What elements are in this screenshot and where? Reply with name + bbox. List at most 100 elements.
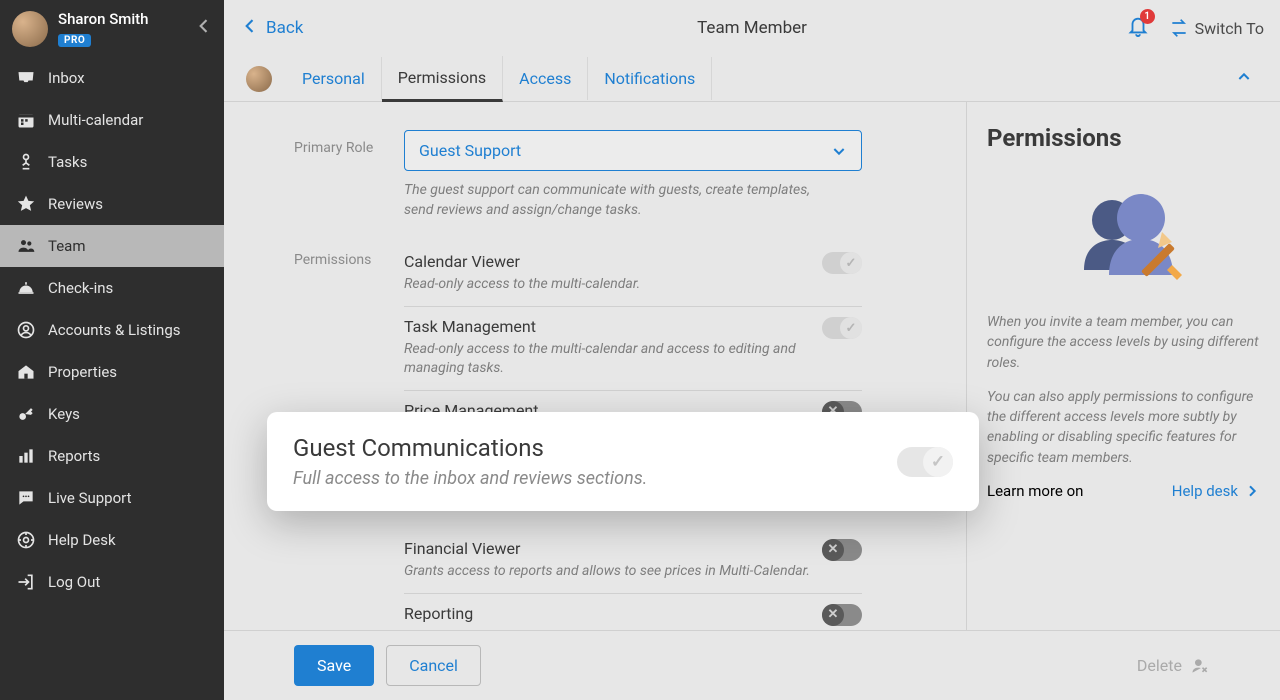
help-desk-link[interactable]: Help desk (1172, 482, 1260, 500)
delete-button[interactable]: Delete (1137, 656, 1210, 676)
notifications-button[interactable]: 1 (1127, 15, 1149, 41)
x-icon: ✕ (822, 539, 844, 561)
check-icon: ✓ (840, 252, 862, 274)
sidebar-item-reviews[interactable]: Reviews (0, 183, 224, 225)
tabs: Personal Permissions Access Notification… (224, 56, 1280, 102)
chevron-left-icon (240, 16, 260, 41)
tab-permissions[interactable]: Permissions (382, 56, 503, 102)
nav-secondary: Live Support Help Desk Log Out (0, 477, 224, 700)
sidebar-item-properties[interactable]: Properties (0, 351, 224, 393)
sidebar-item-team[interactable]: Team (0, 225, 224, 267)
sidebar: Sharon Smith PRO Inbox Multi-calendar Ta… (0, 0, 224, 700)
home-icon (14, 361, 38, 383)
profile-block[interactable]: Sharon Smith PRO (0, 0, 224, 57)
chevron-down-icon (831, 143, 847, 159)
sidebar-item-checkins[interactable]: Check-ins (0, 267, 224, 309)
perm-toggle[interactable]: ✓ (822, 252, 862, 274)
perm-desc: Read-only access to the multi-calendar a… (404, 340, 810, 378)
calendar-icon (14, 109, 38, 131)
help-icon (14, 529, 38, 551)
side-title: Permissions (987, 124, 1260, 152)
pro-badge: PRO (58, 34, 91, 47)
role-value: Guest Support (419, 141, 521, 160)
check-icon: ✓ (923, 447, 953, 477)
side-para-1: When you invite a team member, you can c… (987, 312, 1260, 373)
footer: Save Cancel Delete (224, 630, 1280, 700)
switch-to-button[interactable]: Switch To (1169, 18, 1264, 38)
primary-role-select[interactable]: Guest Support (404, 130, 862, 171)
chevron-right-icon (1244, 483, 1260, 499)
role-description: The guest support can communicate with g… (404, 181, 834, 220)
tab-personal[interactable]: Personal (286, 57, 382, 100)
sidebar-item-accounts[interactable]: Accounts & Listings (0, 309, 224, 351)
switch-icon (1169, 18, 1189, 38)
perm-toggle[interactable]: ✓ (822, 317, 862, 339)
permissions-illustration (987, 170, 1260, 290)
main: Back Team Member 1 Switch To Personal Pe… (224, 0, 1280, 700)
tab-notifications[interactable]: Notifications (588, 57, 712, 100)
nav-label: Live Support (48, 489, 132, 507)
switch-to-label: Switch To (1195, 19, 1264, 38)
perm-toggle[interactable]: ✕ (822, 604, 862, 626)
notification-badge: 1 (1140, 9, 1155, 24)
tasks-icon (14, 151, 38, 173)
perm-title: Financial Viewer (404, 539, 810, 558)
side-para-2: You can also apply permissions to config… (987, 387, 1260, 468)
perm-title: Calendar Viewer (404, 252, 810, 271)
logout-icon (14, 571, 38, 593)
perm-title: Task Management (404, 317, 810, 336)
callout-title: Guest Communications (293, 434, 885, 462)
nav-label: Reviews (48, 195, 103, 213)
nav-primary: Inbox Multi-calendar Tasks Reviews Team … (0, 57, 224, 477)
bell-service-icon (14, 277, 38, 299)
nav-label: Check-ins (48, 279, 113, 297)
cancel-button[interactable]: Cancel (386, 645, 481, 686)
nav-label: Accounts & Listings (48, 321, 181, 339)
learn-more-label: Learn more on (987, 482, 1083, 500)
perm-desc: Grants access to reports and allows to s… (404, 562, 810, 581)
sidebar-item-keys[interactable]: Keys (0, 393, 224, 435)
tab-access[interactable]: Access (503, 57, 588, 100)
perm-calendar-viewer: Calendar Viewer Read-only access to the … (404, 242, 862, 307)
sidebar-item-live-support[interactable]: Live Support (0, 477, 224, 519)
save-button[interactable]: Save (294, 645, 374, 686)
nav-label: Tasks (48, 153, 87, 171)
role-label: Primary Role (294, 130, 404, 220)
perm-reporting: Reporting Access to the reports section.… (404, 594, 862, 630)
nav-label: Properties (48, 363, 117, 381)
x-icon: ✕ (822, 604, 844, 626)
sidebar-item-multi-calendar[interactable]: Multi-calendar (0, 99, 224, 141)
callout-guest-communications: Guest Communications Full access to the … (267, 412, 979, 511)
perm-title: Reporting (404, 604, 810, 623)
nav-label: Team (48, 237, 86, 255)
key-icon (14, 403, 38, 425)
help-desk-link-label: Help desk (1172, 482, 1238, 500)
sidebar-item-log-out[interactable]: Log Out (0, 561, 224, 603)
nav-label: Log Out (48, 573, 100, 591)
inbox-icon (14, 67, 38, 89)
chart-icon (14, 445, 38, 467)
perm-toggle[interactable]: ✕ (822, 539, 862, 561)
sidebar-collapse-icon[interactable] (194, 16, 214, 41)
perm-desc: Read-only access to the multi-calendar. (404, 275, 810, 294)
callout-toggle[interactable]: ✓ (897, 447, 953, 477)
chat-icon (14, 487, 38, 509)
sidebar-item-tasks[interactable]: Tasks (0, 141, 224, 183)
back-button[interactable]: Back (240, 16, 303, 41)
member-avatar[interactable] (246, 66, 272, 92)
perm-task-management: Task Management Read-only access to the … (404, 307, 862, 391)
nav-label: Reports (48, 447, 100, 465)
avatar (12, 11, 48, 47)
collapse-tabs-icon[interactable] (1230, 69, 1258, 89)
sidebar-item-help-desk[interactable]: Help Desk (0, 519, 224, 561)
callout-desc: Full access to the inbox and reviews sec… (293, 468, 885, 489)
side-panel: Permissions When you invite a team membe… (966, 102, 1280, 630)
check-icon: ✓ (840, 317, 862, 339)
sidebar-item-inbox[interactable]: Inbox (0, 57, 224, 99)
topbar: Back Team Member 1 Switch To (224, 0, 1280, 56)
nav-label: Inbox (48, 69, 85, 87)
page-title: Team Member (697, 18, 807, 38)
sidebar-item-reports[interactable]: Reports (0, 435, 224, 477)
nav-label: Multi-calendar (48, 111, 143, 129)
team-icon (14, 235, 38, 257)
